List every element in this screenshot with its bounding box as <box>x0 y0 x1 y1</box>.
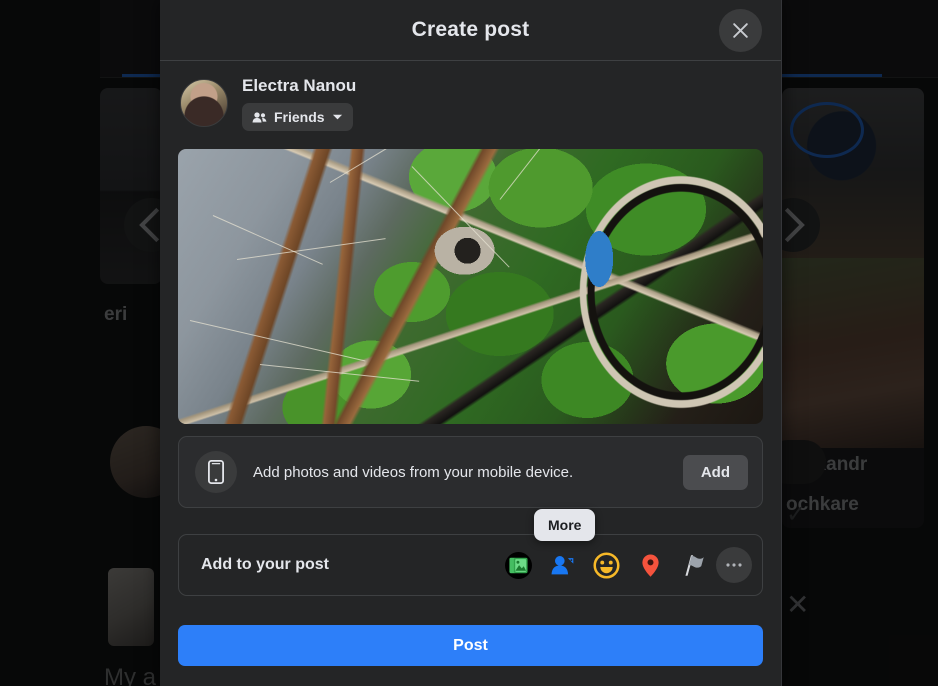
more-tooltip: More <box>534 509 595 541</box>
mobile-upload-row: Add photos and videos from your mobile d… <box>178 436 763 508</box>
location-pin-icon <box>637 552 664 579</box>
photo-video-button[interactable] <box>496 543 540 587</box>
audience-label: Friends <box>274 109 325 125</box>
close-icon <box>731 21 750 40</box>
mobile-upload-text: Add photos and videos from your mobile d… <box>253 464 667 481</box>
page-title: Create post <box>412 18 530 42</box>
author-name: Electra Nanou <box>242 75 356 97</box>
check-in-button[interactable] <box>628 543 672 587</box>
close-button[interactable] <box>719 9 762 52</box>
add-button[interactable]: Add <box>683 455 748 490</box>
ellipsis-icon <box>725 556 743 574</box>
life-event-button[interactable] <box>672 543 716 587</box>
add-to-post-label: Add to your post <box>201 556 496 574</box>
more-options-button[interactable] <box>716 547 752 583</box>
tag-people-icon <box>549 552 576 579</box>
dialog-footer: Post <box>160 613 781 686</box>
post-button[interactable]: Post <box>178 625 763 666</box>
feeling-activity-button[interactable] <box>584 543 628 587</box>
flag-icon <box>681 552 708 579</box>
feeling-activity-icon <box>593 552 620 579</box>
create-post-dialog: Create post Electra Nanou Friends <box>160 0 782 686</box>
photo-image <box>178 149 763 424</box>
author-row: Electra Nanou Friends <box>178 61 763 141</box>
mobile-phone-icon <box>195 451 237 493</box>
avatar[interactable] <box>180 79 228 127</box>
friends-icon <box>252 111 267 124</box>
add-to-post-row: Add to your post <box>178 534 763 596</box>
audience-selector[interactable]: Friends <box>242 103 353 131</box>
dialog-body: Electra Nanou Friends <box>160 61 781 613</box>
tag-people-button[interactable] <box>540 543 584 587</box>
attached-photo[interactable] <box>178 149 763 424</box>
dialog-header: Create post <box>160 0 781 61</box>
photo-video-icon <box>505 552 532 579</box>
mobile-phone-glyph <box>208 460 224 484</box>
chevron-down-icon <box>332 113 343 121</box>
